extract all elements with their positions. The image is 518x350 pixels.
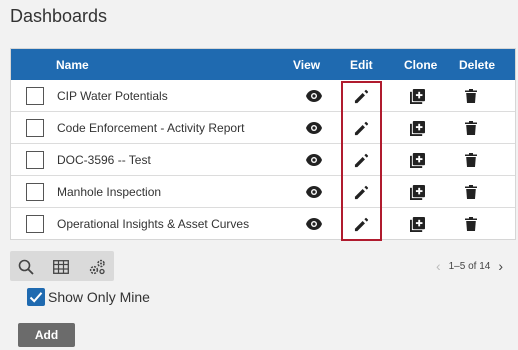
column-header-edit: Edit [350, 58, 373, 72]
pencil-icon[interactable] [353, 88, 369, 104]
clone-icon[interactable] [409, 152, 425, 168]
row-checkbox[interactable] [26, 119, 44, 137]
eye-icon[interactable] [306, 216, 322, 232]
clone-icon[interactable] [409, 120, 425, 136]
trash-icon[interactable] [463, 120, 479, 136]
table-row[interactable]: Operational Insights & Asset Curves [11, 208, 515, 240]
column-header-delete: Delete [459, 58, 496, 72]
grid-header: Name View Edit Clone Delete [11, 49, 515, 80]
settings-icon[interactable] [88, 258, 106, 276]
table-row[interactable]: DOC-3596 -- Test [11, 144, 515, 176]
row-name: Operational Insights & Asset Curves [57, 217, 250, 231]
column-header-clone: Clone [404, 58, 438, 72]
chevron-left-icon[interactable]: ‹ [436, 259, 441, 273]
table-row[interactable]: Code Enforcement - Activity Report [11, 112, 515, 144]
page-title: Dashboards [10, 6, 108, 26]
row-checkbox[interactable] [26, 183, 44, 201]
clone-icon[interactable] [409, 184, 425, 200]
dashboards-grid: Name View Edit Clone Delete CIP Water Po… [10, 48, 516, 240]
trash-icon[interactable] [463, 184, 479, 200]
table-row[interactable]: Manhole Inspection [11, 176, 515, 208]
show-only-mine-toggle[interactable]: Show Only Mine [27, 288, 150, 306]
column-header-view: View [293, 58, 321, 72]
eye-icon[interactable] [306, 152, 322, 168]
row-checkbox[interactable] [26, 87, 44, 105]
pencil-icon[interactable] [353, 152, 369, 168]
row-name: Manhole Inspection [57, 185, 162, 199]
columns-icon[interactable] [52, 258, 70, 276]
table-row[interactable]: CIP Water Potentials [11, 80, 515, 112]
trash-icon[interactable] [463, 216, 479, 232]
pencil-icon[interactable] [353, 216, 369, 232]
eye-icon[interactable] [306, 88, 322, 104]
clone-icon[interactable] [409, 216, 425, 232]
chevron-right-icon[interactable]: › [498, 259, 503, 273]
trash-icon[interactable] [463, 152, 479, 168]
eye-icon[interactable] [306, 120, 322, 136]
row-checkbox[interactable] [26, 215, 44, 233]
row-name: DOC-3596 -- Test [57, 153, 151, 167]
pager-range: 1–5 of 14 [448, 260, 491, 272]
row-name: CIP Water Potentials [57, 89, 168, 103]
column-header-name[interactable]: Name [56, 58, 89, 72]
grid-toolbar [10, 251, 114, 281]
show-only-mine-checkbox[interactable] [27, 288, 45, 306]
eye-icon[interactable] [306, 184, 322, 200]
pager: ‹ 1–5 of 14 › [436, 259, 503, 273]
row-name: Code Enforcement - Activity Report [57, 121, 245, 135]
show-only-mine-label: Show Only Mine [48, 289, 150, 305]
pencil-icon[interactable] [353, 184, 369, 200]
add-button[interactable]: Add [18, 323, 75, 347]
row-checkbox[interactable] [26, 151, 44, 169]
trash-icon[interactable] [463, 88, 479, 104]
pencil-icon[interactable] [353, 120, 369, 136]
clone-icon[interactable] [409, 88, 425, 104]
search-icon[interactable] [17, 258, 35, 276]
